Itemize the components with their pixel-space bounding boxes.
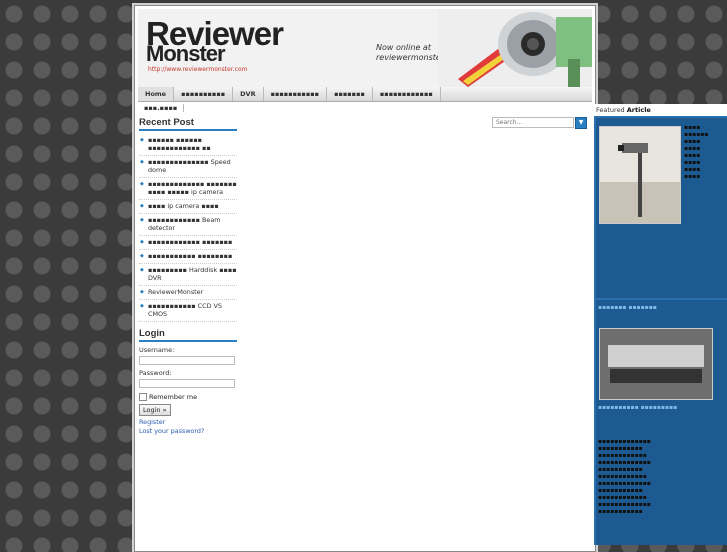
nav-item-dvr[interactable]: DVR (233, 87, 264, 101)
password-label: Password: (139, 369, 172, 377)
list-item[interactable]: ▪▪▪▪▪▪▪▪▪▪▪ CCD VS CMOS (139, 300, 237, 322)
list-item[interactable]: ▪▪▪▪▪▪▪▪▪ Harddisk ▪▪▪▪ DVR (139, 264, 237, 286)
sub-nav: ▪▪▪.▪▪▪▪ (138, 102, 185, 114)
list-item[interactable]: ▪▪▪▪▪▪ ▪▪▪▪▪▪ ▪▪▪▪▪▪▪▪▪▪▪▪ ▪▪ (139, 134, 237, 156)
main-nav: Home ▪▪▪▪▪▪▪▪▪▪ DVR ▪▪▪▪▪▪▪▪▪▪▪ ▪▪▪▪▪▪▪ … (138, 87, 592, 102)
list-item[interactable]: ReviewerMonster (139, 286, 237, 300)
search-button[interactable]: ▼ (575, 117, 587, 129)
site-header: Reviewer Monster http://www.reviewermons… (138, 9, 592, 87)
featured-title: Featured Article (594, 104, 727, 116)
banner-tagline-1: Now online at (376, 43, 431, 52)
nav-item-6[interactable]: ▪▪▪▪▪▪▪▪▪▪▪▪ (373, 87, 441, 101)
logo-subtitle[interactable]: Monster (146, 41, 226, 67)
remember-me-checkbox[interactable] (139, 393, 147, 401)
featured-title-bold: Article (626, 106, 651, 114)
featured-heading-2: ▪▪▪▪▪▪▪ ▪▪▪▪▪▪▪ (598, 304, 657, 311)
username-field[interactable] (139, 356, 235, 365)
camera-pole-image (600, 127, 680, 223)
subnav-item-1[interactable]: ▪▪▪.▪▪▪▪ (138, 104, 185, 112)
product-image (600, 329, 712, 399)
logo-url: http://www.reviewermonster.com (148, 66, 248, 73)
register-link[interactable]: Register (139, 418, 237, 426)
recent-post-list: ▪▪▪▪▪▪ ▪▪▪▪▪▪ ▪▪▪▪▪▪▪▪▪▪▪▪ ▪▪ ▪▪▪▪▪▪▪▪▪▪… (139, 134, 237, 322)
list-item[interactable]: ▪▪▪▪▪▪▪▪▪▪▪▪ Beam detector (139, 214, 237, 236)
camera-banner-image (438, 9, 592, 87)
search-icon: ▼ (578, 119, 584, 126)
login-button[interactable]: Login » (139, 404, 171, 416)
remember-me-label: Remember me (149, 393, 198, 401)
list-item[interactable]: ▪▪▪▪▪▪▪▪▪▪▪▪▪ ▪▪▪▪▪▪▪ ▪▪▪▪ ▪▪▪▪▪ ip came… (139, 178, 237, 200)
sidebar: Recent Post ▪▪▪▪▪▪ ▪▪▪▪▪▪ ▪▪▪▪▪▪▪▪▪▪▪▪ ▪… (139, 117, 237, 435)
login-title: Login (139, 328, 237, 342)
list-item[interactable]: ▪▪▪▪▪▪▪▪▪▪▪▪ ▪▪▪▪▪▪▪ (139, 236, 237, 250)
list-item[interactable]: ▪▪▪▪▪▪▪▪▪▪▪▪▪▪ Speed dome (139, 156, 237, 178)
featured-slide-1[interactable]: ▪▪▪▪ ▪▪▪▪▪▪ ▪▪▪▪ ▪▪▪▪ ▪▪▪▪ ▪▪▪▪ ▪▪▪▪ ▪▪▪… (596, 118, 727, 298)
featured-thumbnail-2[interactable] (599, 328, 713, 400)
nav-item-5[interactable]: ▪▪▪▪▪▪▪ (327, 87, 373, 101)
recent-post-title: Recent Post (139, 117, 237, 131)
featured-caption-2: ▪▪▪▪▪▪▪▪▪▪ ▪▪▪▪▪▪▪▪▪ (598, 404, 678, 411)
featured-title-prefix: Featured (596, 106, 627, 114)
nav-item-4[interactable]: ▪▪▪▪▪▪▪▪▪▪▪ (264, 87, 328, 101)
featured-thumbnail-1[interactable] (599, 126, 681, 224)
nav-item-home[interactable]: Home (138, 87, 175, 101)
password-field[interactable] (139, 379, 235, 388)
list-item[interactable]: ▪▪▪▪▪▪▪▪▪▪▪ ▪▪▪▪▪▪▪▪ (139, 250, 237, 264)
featured-text-1: ▪▪▪▪ ▪▪▪▪▪▪ ▪▪▪▪ ▪▪▪▪ ▪▪▪▪ ▪▪▪▪ ▪▪▪▪ ▪▪▪… (684, 124, 709, 180)
search-input[interactable] (492, 117, 574, 128)
remember-me-row: Remember me (139, 393, 237, 401)
featured-slide-2[interactable]: ▪▪▪▪▪▪▪ ▪▪▪▪▪▪▪ ▪▪▪▪▪▪▪▪▪▪ ▪▪▪▪▪▪▪▪▪ ▪▪▪… (596, 300, 727, 545)
featured-article-panel: Featured Article ▪▪▪▪ ▪▪▪▪▪▪ ▪▪▪▪ ▪▪▪▪ ▪… (594, 104, 727, 545)
featured-body-2: ▪▪▪▪▪▪▪▪▪▪▪▪▪ ▪▪▪▪▪▪▪▪▪▪▪ ▪▪▪▪▪▪▪▪▪▪▪▪ ▪… (598, 438, 651, 515)
username-label: Username: (139, 346, 175, 354)
page-container: Reviewer Monster http://www.reviewermons… (134, 5, 596, 552)
nav-item-2[interactable]: ▪▪▪▪▪▪▪▪▪▪ (174, 87, 234, 101)
lost-password-link[interactable]: Lost your password? (139, 427, 237, 435)
list-item[interactable]: ▪▪▪▪ ip camera ▪▪▪▪ (139, 200, 237, 214)
